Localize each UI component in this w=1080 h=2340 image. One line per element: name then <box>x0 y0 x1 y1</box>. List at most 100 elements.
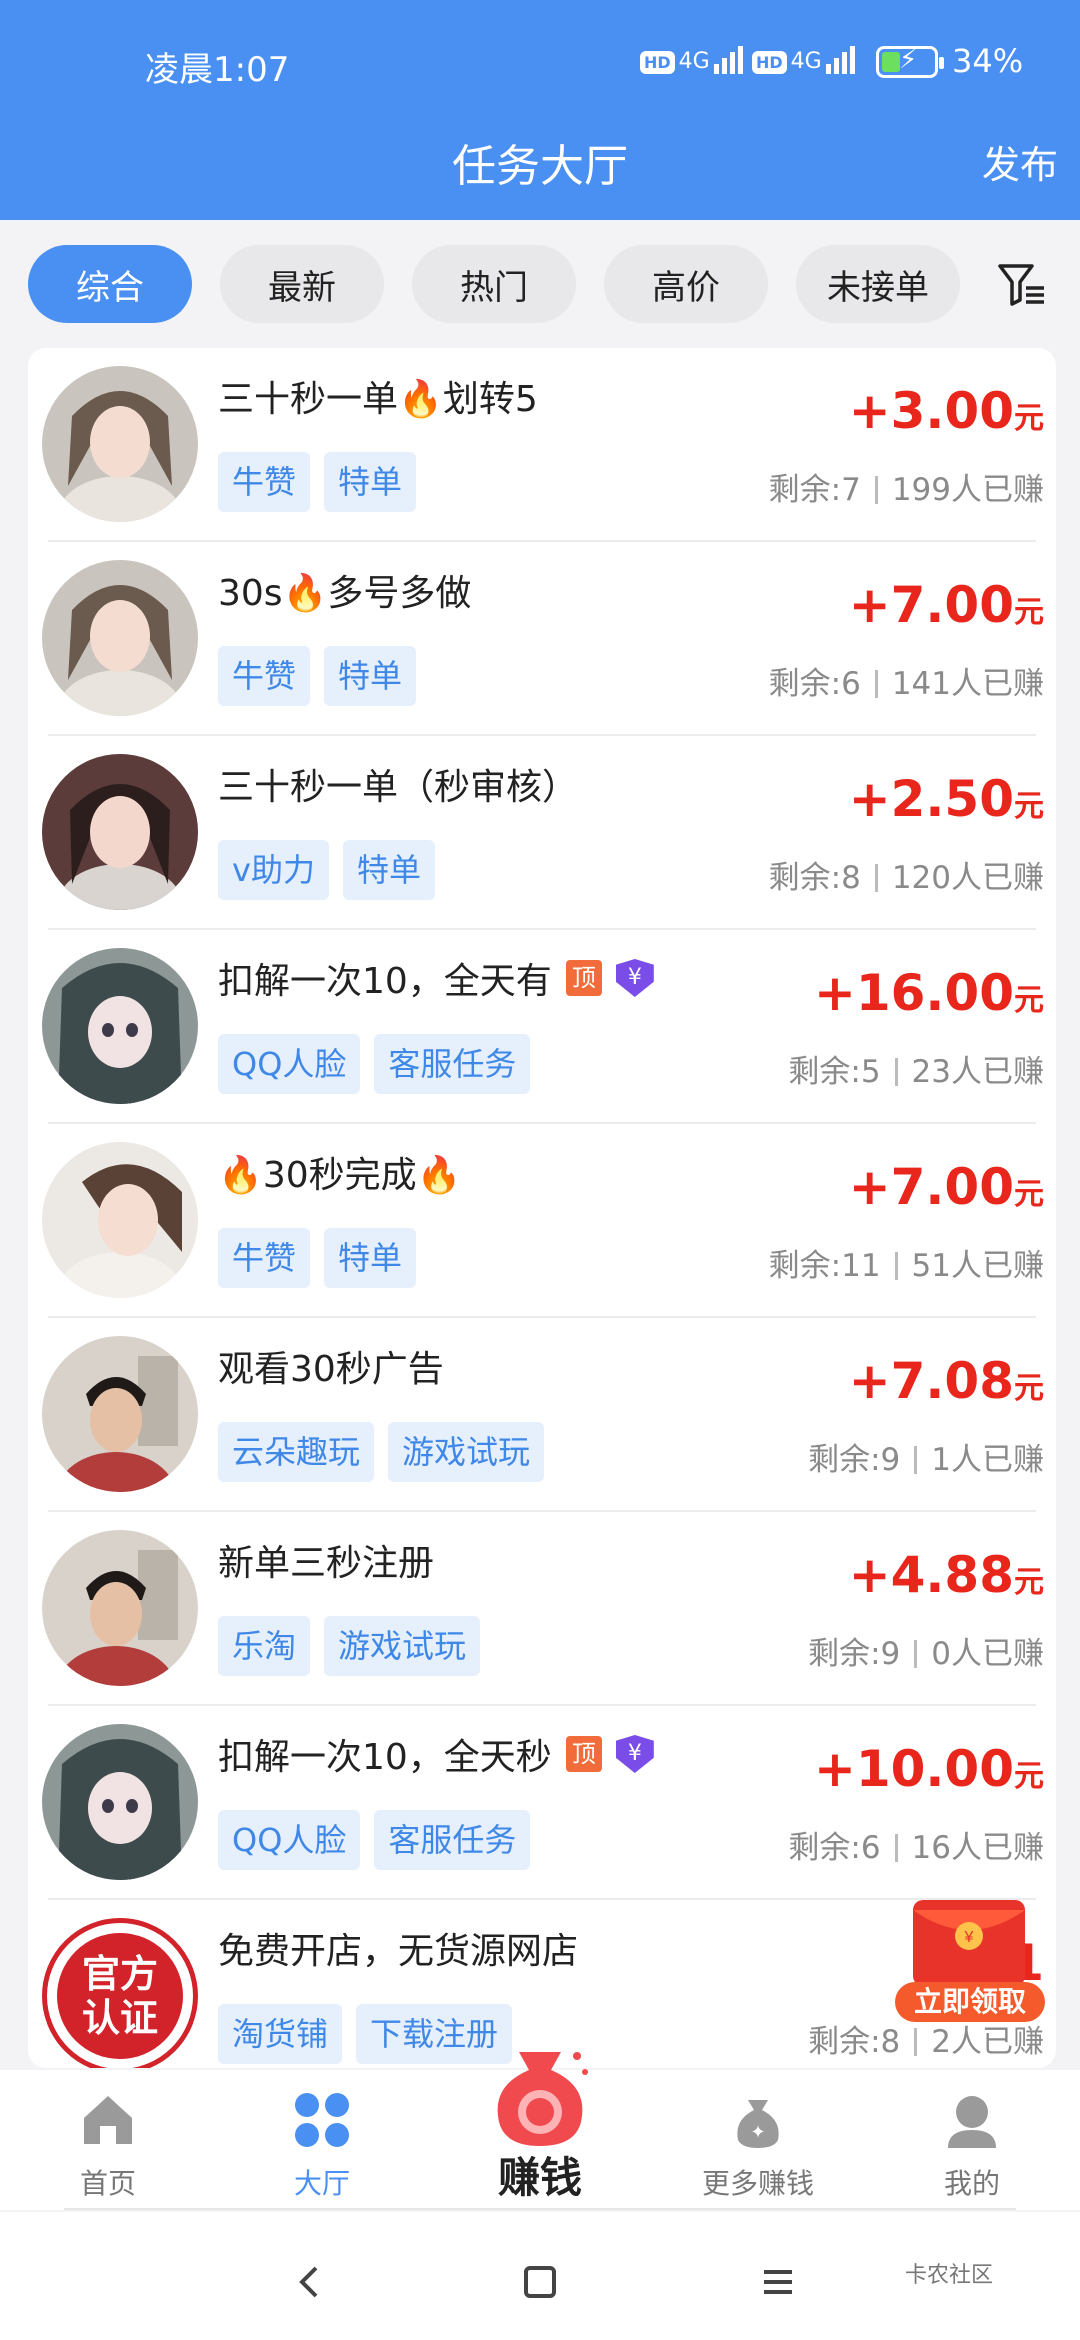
divider <box>64 2208 1016 2210</box>
task-title: 扣解一次10，全天有 顶 ¥ <box>218 952 654 1004</box>
earn-money-bag-icon[interactable] <box>485 2042 595 2152</box>
task-title-text: 扣解一次10，全天有 <box>218 961 552 1002</box>
remaining-count: 剩余:6 <box>768 666 861 702</box>
remaining-count: 剩余:6 <box>788 1830 881 1866</box>
filter-chip-comprehensive[interactable]: 综合 <box>28 245 192 323</box>
earned-count: 141人已赚 <box>891 666 1044 702</box>
task-tags: 牛赞 特单 <box>218 646 417 706</box>
task-tags: 牛赞 特单 <box>218 1228 417 1288</box>
nav-hall[interactable]: 大厅 <box>242 2090 402 2202</box>
nav-earn-label[interactable]: 赚钱 <box>460 2144 620 2205</box>
earned-count: 16人已赚 <box>911 1830 1044 1866</box>
price-unit: 元 <box>1014 1177 1044 1212</box>
red-envelope-float[interactable]: ¥ 立即领取 <box>895 1886 1045 2036</box>
price-unit: 元 <box>1014 983 1044 1018</box>
svg-text:✦: ✦ <box>750 2122 765 2142</box>
task-item[interactable]: 三十秒一单（秒审核） v助力 特单 +2.50元 剩余:8 120人已赚 <box>28 736 1056 930</box>
task-title: 三十秒一单🔥划转5 <box>218 379 538 420</box>
task-tags: 乐淘 游戏试玩 <box>218 1616 481 1676</box>
avatar <box>42 1724 198 1880</box>
task-tag: 牛赞 <box>218 1228 311 1288</box>
network-type: 4G <box>678 49 710 74</box>
remaining-count: 剩余:8 <box>768 860 861 896</box>
hd-badge: HD <box>640 51 675 74</box>
task-list: 三十秒一单🔥划转5 牛赞 特单 +3.00元 剩余:7 199人已赚 30s🔥多号… <box>28 348 1056 2068</box>
task-title: 免费开店，无货源网店 <box>218 1931 579 1972</box>
nav-home[interactable]: 首页 <box>28 2090 188 2202</box>
task-tag: 客服任务 <box>374 1034 531 1094</box>
task-tag: 特单 <box>324 452 417 512</box>
task-stats: 剩余:9 0人已赚 <box>808 1628 1044 1673</box>
task-tag: 特单 <box>324 646 417 706</box>
earned-count: 23人已赚 <box>911 1054 1044 1090</box>
red-envelope-icon: ¥ <box>913 1900 1025 1986</box>
price-value: +4.88 <box>848 1546 1014 1604</box>
filter-icon[interactable] <box>998 262 1046 308</box>
task-tag: 淘货铺 <box>218 2004 343 2064</box>
task-tags: QQ人脸 客服任务 <box>218 1034 531 1094</box>
top-badge: 顶 <box>565 1736 602 1772</box>
task-tag: 云朵趣玩 <box>218 1422 375 1482</box>
avatar <box>42 1142 198 1298</box>
task-price: +7.00元 <box>849 576 1044 634</box>
hd-badge: HD <box>752 51 787 74</box>
watermark: 卡农社区 <box>905 2263 994 2288</box>
signal-bars-icon <box>713 44 743 74</box>
menu-icon[interactable] <box>758 2262 798 2302</box>
nav-mine[interactable]: 我的 <box>892 2090 1052 2202</box>
price-value: +7.00 <box>848 1158 1014 1216</box>
filter-chip-hot[interactable]: 热门 <box>412 245 576 323</box>
nav-more-earn[interactable]: ✦ 更多赚钱 <box>678 2090 838 2202</box>
task-tag: 乐淘 <box>218 1616 311 1676</box>
task-title: 三十秒一单（秒审核） <box>218 767 579 808</box>
task-price: +4.88元 <box>849 1546 1044 1604</box>
nav-hall-label: 大厅 <box>293 2167 350 2200</box>
task-item[interactable]: 新单三秒注册 乐淘 游戏试玩 +4.88元 剩余:9 0人已赚 <box>28 1512 1056 1706</box>
publish-button[interactable]: 发布 <box>982 134 1058 189</box>
avatar <box>42 366 198 522</box>
status-bar: 凌晨1:07 HD 4G HD 4G ⚡ 34% <box>0 38 1080 90</box>
price-unit: 元 <box>1014 789 1044 824</box>
task-stats: 剩余:11 51人已赚 <box>769 1240 1044 1285</box>
task-stats: 剩余:6 16人已赚 <box>788 1822 1044 1867</box>
nav-more-earn-label: 更多赚钱 <box>701 2167 814 2200</box>
battery-percent: 34% <box>952 42 1024 80</box>
remaining-count: 剩余:9 <box>808 1636 901 1672</box>
remaining-count: 剩余:8 <box>808 2024 901 2060</box>
task-title: 🔥30秒完成🔥 <box>218 1155 462 1196</box>
task-item[interactable]: 扣解一次10，全天有 顶 ¥ QQ人脸 客服任务 +16.00元 剩余:5 23人… <box>28 930 1056 1124</box>
task-tag: QQ人脸 <box>218 1034 361 1094</box>
task-item[interactable]: 30s🔥多号多做 牛赞 特单 +7.00元 剩余:6 141人已赚 <box>28 542 1056 736</box>
task-item[interactable]: 扣解一次10，全天秒 顶 ¥ QQ人脸 客服任务 +10.00元 剩余:6 16人… <box>28 1706 1056 1900</box>
avatar <box>42 1336 198 1492</box>
task-item[interactable]: 观看30秒广告 云朵趣玩 游戏试玩 +7.08元 剩余:9 1人已赚 <box>28 1318 1056 1512</box>
filter-chip-unaccepted[interactable]: 未接单 <box>796 245 960 323</box>
task-tag: 牛赞 <box>218 452 311 512</box>
task-price: +3.00元 <box>849 382 1044 440</box>
remaining-count: 剩余:7 <box>768 472 861 508</box>
back-icon[interactable] <box>290 2262 330 2302</box>
task-tag: 游戏试玩 <box>324 1616 481 1676</box>
price-value: +3.00 <box>848 382 1014 440</box>
filter-chip-latest[interactable]: 最新 <box>220 245 384 323</box>
official-seal-avatar: 官方认证 <box>42 1918 198 2068</box>
money-bag-icon: ✦ <box>737 2100 779 2148</box>
filter-chip-high-price[interactable]: 高价 <box>604 245 768 323</box>
avatar <box>42 560 198 716</box>
task-tag: 特单 <box>324 1228 417 1288</box>
task-tags: 牛赞 特单 <box>218 452 417 512</box>
home-square-icon[interactable] <box>520 2262 560 2302</box>
price-value: +7.08 <box>848 1352 1014 1410</box>
status-time: 凌晨1:07 <box>145 50 290 90</box>
task-item[interactable]: 三十秒一单🔥划转5 牛赞 特单 +3.00元 剩余:7 199人已赚 <box>28 348 1056 542</box>
nav-mine-label: 我的 <box>943 2167 1000 2200</box>
task-price: +16.00元 <box>814 964 1044 1022</box>
task-item[interactable]: 🔥30秒完成🔥 牛赞 特单 +7.00元 剩余:11 51人已赚 <box>28 1124 1056 1318</box>
claim-now-label: 立即领取 <box>895 1982 1045 2022</box>
avatar <box>42 1530 198 1686</box>
earned-count: 51人已赚 <box>911 1248 1044 1284</box>
task-price: +7.00元 <box>849 1158 1044 1216</box>
task-tags: QQ人脸 客服任务 <box>218 1810 531 1870</box>
task-tag: QQ人脸 <box>218 1810 361 1870</box>
filter-chips: 综合 最新 热门 高价 未接单 <box>28 245 1080 325</box>
